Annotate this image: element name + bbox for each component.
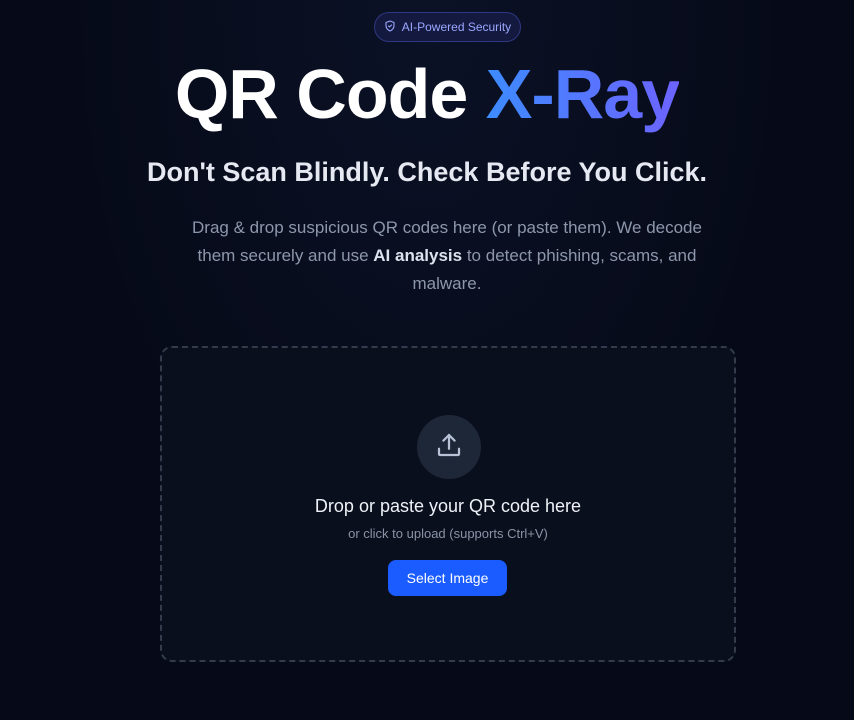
upload-icon: [434, 430, 464, 465]
dropzone-hint: or click to upload (supports Ctrl+V): [348, 526, 548, 541]
page-subtitle: Don't Scan Blindly. Check Before You Cli…: [146, 157, 708, 187]
qr-dropzone[interactable]: Drop or paste your QR code here or click…: [160, 346, 736, 662]
select-image-button[interactable]: Select Image: [388, 560, 507, 596]
title-main: QR Code: [174, 55, 486, 133]
page-description: Drag & drop suspicious QR codes here (or…: [187, 214, 707, 298]
dropzone-title: Drop or paste your QR code here: [314, 496, 582, 516]
upload-icon-circle: [417, 415, 481, 479]
ai-security-badge: AI-Powered Security: [374, 12, 521, 42]
page: AI-Powered Security QR Code X-Ray Don't …: [0, 0, 854, 720]
description-bold: AI analysis: [373, 246, 463, 265]
shield-icon: [384, 19, 396, 35]
title-accent: X-Ray: [485, 55, 680, 133]
page-title: QR Code X-Ray: [0, 52, 854, 136]
badge-label: AI-Powered Security: [401, 20, 512, 34]
